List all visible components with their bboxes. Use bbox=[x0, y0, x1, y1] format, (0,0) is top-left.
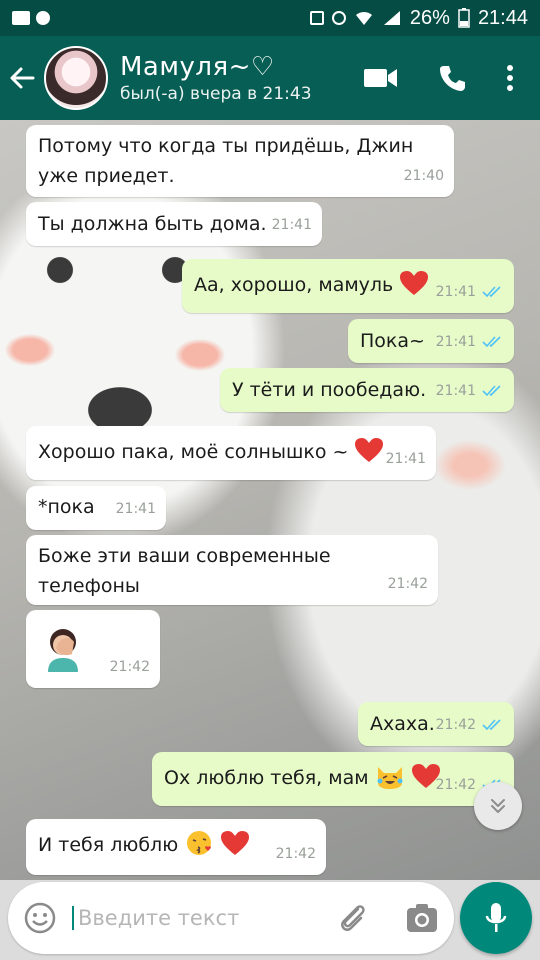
heart-emoji-icon bbox=[355, 438, 384, 462]
message-text: Пока~ bbox=[360, 330, 425, 352]
camera-icon[interactable] bbox=[406, 902, 438, 934]
message-time: 21:42 bbox=[435, 717, 476, 733]
message-meta: 21:41 bbox=[436, 277, 504, 307]
message-time: 21:42 bbox=[109, 659, 150, 675]
battery-icon bbox=[458, 8, 470, 28]
status-notifications bbox=[12, 11, 50, 25]
message-bubble[interactable]: Хорошо пака, моё солнышко ~ 21:41 bbox=[26, 426, 436, 480]
message-input[interactable] bbox=[72, 906, 322, 930]
paperclip-icon[interactable] bbox=[336, 901, 370, 935]
message-text: Боже эти ваши современные телефоны bbox=[38, 545, 331, 597]
read-receipt-icon bbox=[482, 385, 501, 397]
emoji-icon[interactable] bbox=[24, 902, 56, 934]
message-bubble[interactable]: Боже эти ваши современные телефоны 21:42 bbox=[26, 535, 438, 605]
message-meta: 21:41 bbox=[116, 494, 156, 524]
message-text: Аа, хорошо, мамуль bbox=[194, 274, 394, 296]
header-actions bbox=[364, 64, 540, 92]
signal-icon bbox=[383, 11, 400, 25]
mic-button[interactable] bbox=[460, 882, 532, 954]
back-button[interactable] bbox=[0, 36, 44, 120]
message-time: 21:41 bbox=[435, 284, 476, 300]
message-bubble[interactable]: Ахаха. 21:42 bbox=[358, 702, 514, 746]
message-text: Ахаха. bbox=[370, 713, 435, 735]
read-receipt-icon bbox=[482, 719, 501, 731]
message-bubble[interactable]: Аа, хорошо, мамуль 21:41 bbox=[182, 259, 514, 313]
message-time: 21:42 bbox=[275, 846, 316, 862]
message-composer bbox=[8, 882, 454, 954]
message-meta: 21:41 bbox=[436, 327, 504, 357]
message-meta: 21:42 bbox=[110, 652, 150, 682]
message-time: 21:40 bbox=[403, 168, 444, 184]
message-time: 21:41 bbox=[385, 451, 426, 467]
message-bubble[interactable]: И тебя люблю 21:42 bbox=[26, 819, 326, 875]
message-bubble[interactable]: Потому что когда ты придёшь, Джин уже пр… bbox=[26, 125, 454, 197]
message-meta: 21:42 bbox=[388, 569, 428, 599]
message-meta: 21:41 bbox=[436, 376, 504, 406]
microphone-icon bbox=[485, 903, 507, 932]
contact-name: Мамуля~♡ bbox=[120, 52, 275, 82]
clock: 21:44 bbox=[477, 6, 528, 29]
message-meta: 21:42 bbox=[436, 710, 504, 740]
message-bubble[interactable]: *пока 21:41 bbox=[26, 486, 166, 530]
message-time: 21:42 bbox=[387, 576, 428, 592]
phone-icon[interactable] bbox=[438, 64, 466, 92]
message-bubble[interactable]: Пока~ 21:41 bbox=[348, 319, 514, 363]
message-text: Ох люблю тебя, мам bbox=[164, 767, 369, 789]
contact-info[interactable]: Мамуля~♡ был(-а) вчера в 21:43 bbox=[120, 52, 312, 104]
kiss-face-emoji-icon bbox=[187, 831, 212, 855]
message-text: Хорошо пака, моё солнышко ~ bbox=[38, 441, 349, 463]
notification-icon bbox=[36, 11, 50, 25]
arrow-left-icon bbox=[10, 67, 35, 89]
heart-emoji-icon bbox=[400, 271, 429, 295]
contact-avatar[interactable] bbox=[44, 46, 108, 110]
message-bubble[interactable]: Ты должна быть дома. 21:41 bbox=[26, 202, 322, 246]
cat-laugh-emoji-icon bbox=[377, 767, 403, 789]
message-bubble[interactable]: У тёти и пообедаю. 21:41 bbox=[220, 368, 514, 412]
status-indicators: 26% 21:44 bbox=[309, 6, 528, 30]
message-time: 21:41 bbox=[271, 217, 312, 233]
alarm-icon bbox=[331, 11, 346, 25]
message-text: *пока bbox=[38, 496, 95, 518]
heart-emoji-icon bbox=[221, 831, 250, 855]
chevron-double-down-icon bbox=[491, 799, 505, 813]
read-receipt-icon bbox=[482, 286, 501, 298]
message-meta: 21:41 bbox=[386, 444, 426, 474]
message-text: Ты должна быть дома. bbox=[38, 213, 267, 235]
message-time: 21:42 bbox=[435, 777, 476, 793]
chat-header: Мамуля~♡ был(-а) вчера в 21:43 bbox=[0, 36, 540, 120]
facepalm-emoji-icon bbox=[48, 629, 78, 672]
message-meta: 21:40 bbox=[404, 161, 444, 191]
wifi-icon bbox=[355, 11, 372, 25]
video-call-icon[interactable] bbox=[364, 67, 398, 89]
video-notification-icon bbox=[12, 11, 30, 25]
message-text: Потому что когда ты придёшь, Джин уже пр… bbox=[38, 135, 414, 187]
message-bubble[interactable]: Ох люблю тебя, мам 21:42 bbox=[152, 752, 514, 806]
message-bubble[interactable]: 21:42 bbox=[26, 610, 160, 688]
cast-icon bbox=[309, 11, 324, 25]
message-meta: 21:42 bbox=[276, 839, 316, 869]
read-receipt-icon bbox=[482, 336, 501, 348]
message-time: 21:41 bbox=[115, 501, 156, 517]
message-time: 21:41 bbox=[435, 334, 476, 350]
last-seen-status: был(-а) вчера в 21:43 bbox=[120, 84, 312, 104]
message-text: У тёти и пообедаю. bbox=[232, 379, 427, 401]
battery-percent: 26% bbox=[409, 6, 450, 29]
scroll-to-bottom-button[interactable] bbox=[474, 782, 522, 830]
message-meta: 21:41 bbox=[272, 210, 312, 240]
more-vertical-icon[interactable] bbox=[506, 64, 514, 92]
message-text: И тебя люблю bbox=[38, 834, 179, 856]
status-bar: 26% 21:44 bbox=[0, 0, 540, 36]
message-time: 21:41 bbox=[435, 383, 476, 399]
